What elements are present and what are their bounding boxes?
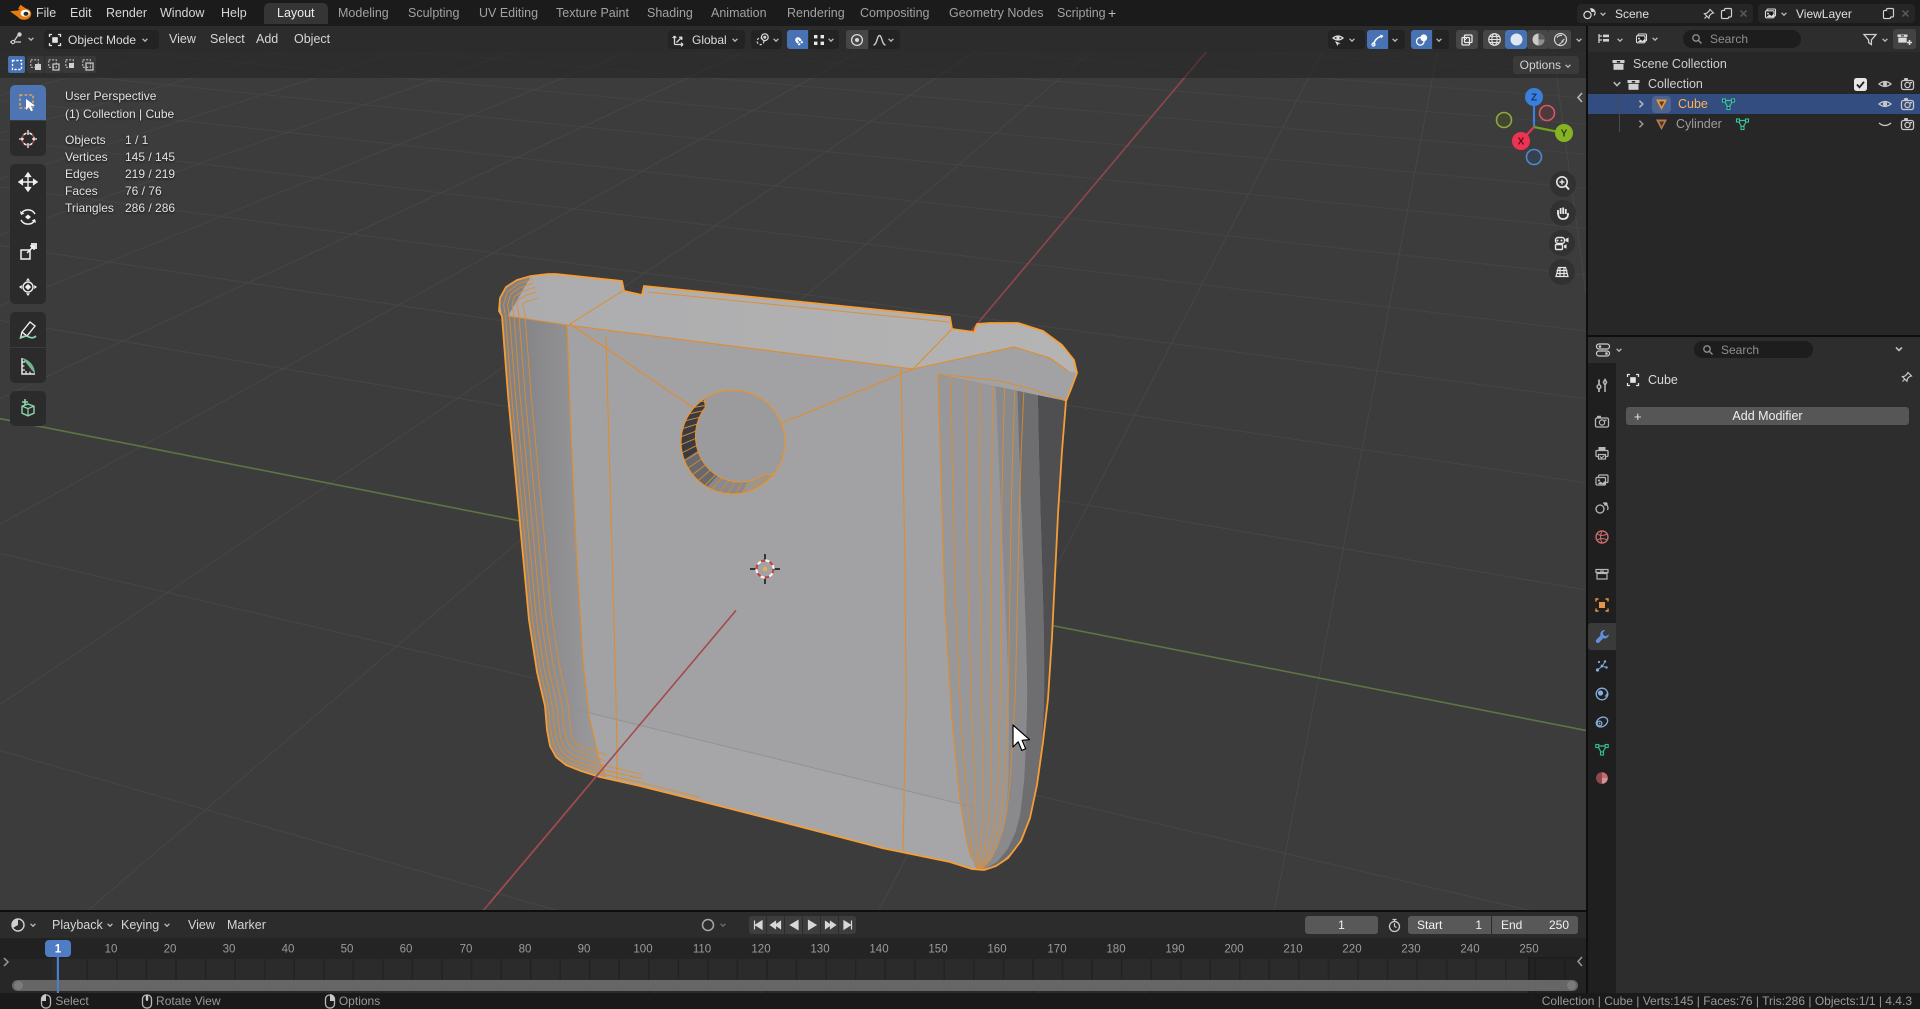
svg-text:220: 220	[1342, 944, 1361, 956]
svg-text:Y: Y	[1561, 129, 1568, 140]
svg-text:60: 60	[400, 944, 413, 956]
svg-text:110: 110	[693, 944, 711, 956]
svg-text:40: 40	[282, 944, 295, 956]
svg-text:160: 160	[987, 944, 1006, 956]
svg-text:200: 200	[1224, 944, 1243, 956]
svg-text:190: 190	[1165, 944, 1184, 956]
svg-text:210: 210	[1283, 944, 1302, 956]
svg-text:30: 30	[223, 944, 236, 956]
svg-text:X: X	[1518, 137, 1525, 148]
svg-text:150: 150	[928, 944, 947, 956]
svg-text:70: 70	[460, 944, 473, 956]
svg-text:100: 100	[633, 944, 652, 956]
svg-text:130: 130	[810, 944, 829, 956]
svg-text:90: 90	[578, 944, 591, 956]
svg-text:170: 170	[1047, 944, 1066, 956]
svg-text:140: 140	[869, 944, 888, 956]
svg-text:50: 50	[341, 944, 354, 956]
svg-text:180: 180	[1106, 944, 1125, 956]
svg-text:240: 240	[1460, 944, 1479, 956]
svg-text:120: 120	[751, 944, 770, 956]
svg-text:250: 250	[1519, 944, 1538, 956]
svg-text:230: 230	[1401, 944, 1420, 956]
svg-text:20: 20	[164, 944, 177, 956]
svg-text:Z: Z	[1531, 93, 1537, 104]
svg-text:80: 80	[519, 944, 532, 956]
svg-text:10: 10	[105, 944, 118, 956]
svg-text:1: 1	[55, 944, 62, 956]
